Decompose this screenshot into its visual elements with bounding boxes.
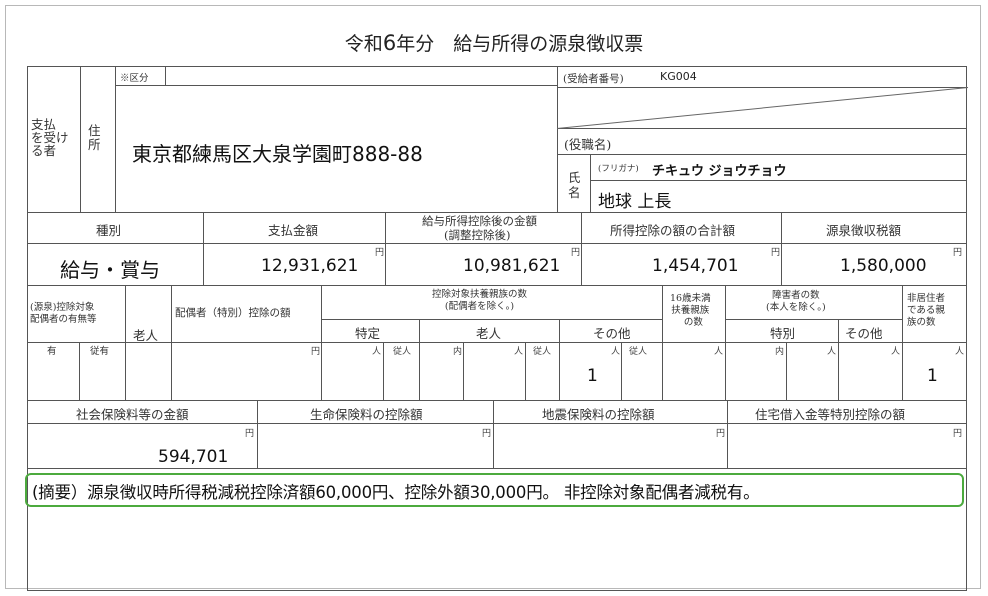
name-label: 氏名 [568, 170, 581, 200]
type-value: 給与・賞与 [60, 258, 160, 282]
total-deduction-value: 1,454,701 [652, 256, 739, 276]
payment-value: 12,931,621 [261, 256, 359, 276]
form-title: 令和6年分 給与所得の源泉徴収票 [344, 31, 644, 55]
dependents-header: 控除対象扶養親族の数 (配偶者を除く。) [432, 289, 528, 312]
life-insurance-label: 生命保険料の控除額 [310, 407, 423, 422]
social-insurance-label: 社会保険料等の金額 [76, 407, 189, 422]
social-insurance-value: 594,701 [158, 447, 229, 467]
spouse-deduction-label: 配偶者（特別）控除の額 [175, 307, 291, 319]
spouse-label: (源泉)控除対象 配偶者の有無等 [30, 302, 97, 325]
specific-label: 特定 [355, 326, 381, 341]
address-label: 住所 [88, 123, 101, 152]
position-label: (役職名) [564, 137, 612, 152]
header-total-deduction: 所得控除の額の合計額 [610, 223, 736, 238]
recipient-number: KG004 [660, 70, 697, 83]
elderly-label: 老人 [133, 328, 159, 343]
elderly-dependents-label: 老人 [476, 326, 502, 341]
under16-label: 16歳未満 扶養親族 の数 [670, 293, 711, 328]
recipient-number-label: (受給者番号) [563, 73, 624, 85]
other-dependents-label: その他 [593, 326, 631, 341]
name-value: 地球 上長 [598, 192, 672, 212]
withholding-value: 1,580,000 [840, 256, 927, 276]
disabled-label: 障害者の数 (本人を除く。) [766, 290, 826, 313]
header-type: 種別 [96, 223, 122, 238]
housing-loan-label: 住宅借入金等特別控除の額 [755, 407, 906, 422]
furigana-value: チキュウ ジョウチョウ [652, 164, 787, 179]
nonresident-label: 非居住者 である親 族の数 [907, 293, 946, 328]
after-deduction-value: 10,981,621 [463, 256, 561, 276]
earthquake-insurance-label: 地震保険料の控除額 [542, 407, 655, 422]
address-value: 東京都練馬区大泉学園町888-88 [132, 142, 423, 166]
header-payment: 支払金額 [268, 223, 319, 238]
summary-text: (摘要）源泉徴収時所得税減税控除済額60,000円、控除外額30,000円。 非… [32, 483, 760, 502]
other-disabled-label: その他 [845, 326, 883, 341]
other-dependents-count: 1 [587, 366, 598, 386]
nonresident-count: 1 [927, 366, 938, 386]
special-label: 特別 [770, 326, 796, 341]
payee-label: 支払 を受け る者 [31, 117, 69, 158]
furigana-label: (フリガナ) [598, 164, 639, 174]
category-label: ※区分 [120, 73, 149, 84]
header-adjusted: (調整控除後) [444, 228, 511, 242]
header-withholding: 源泉徴収税額 [826, 223, 902, 238]
